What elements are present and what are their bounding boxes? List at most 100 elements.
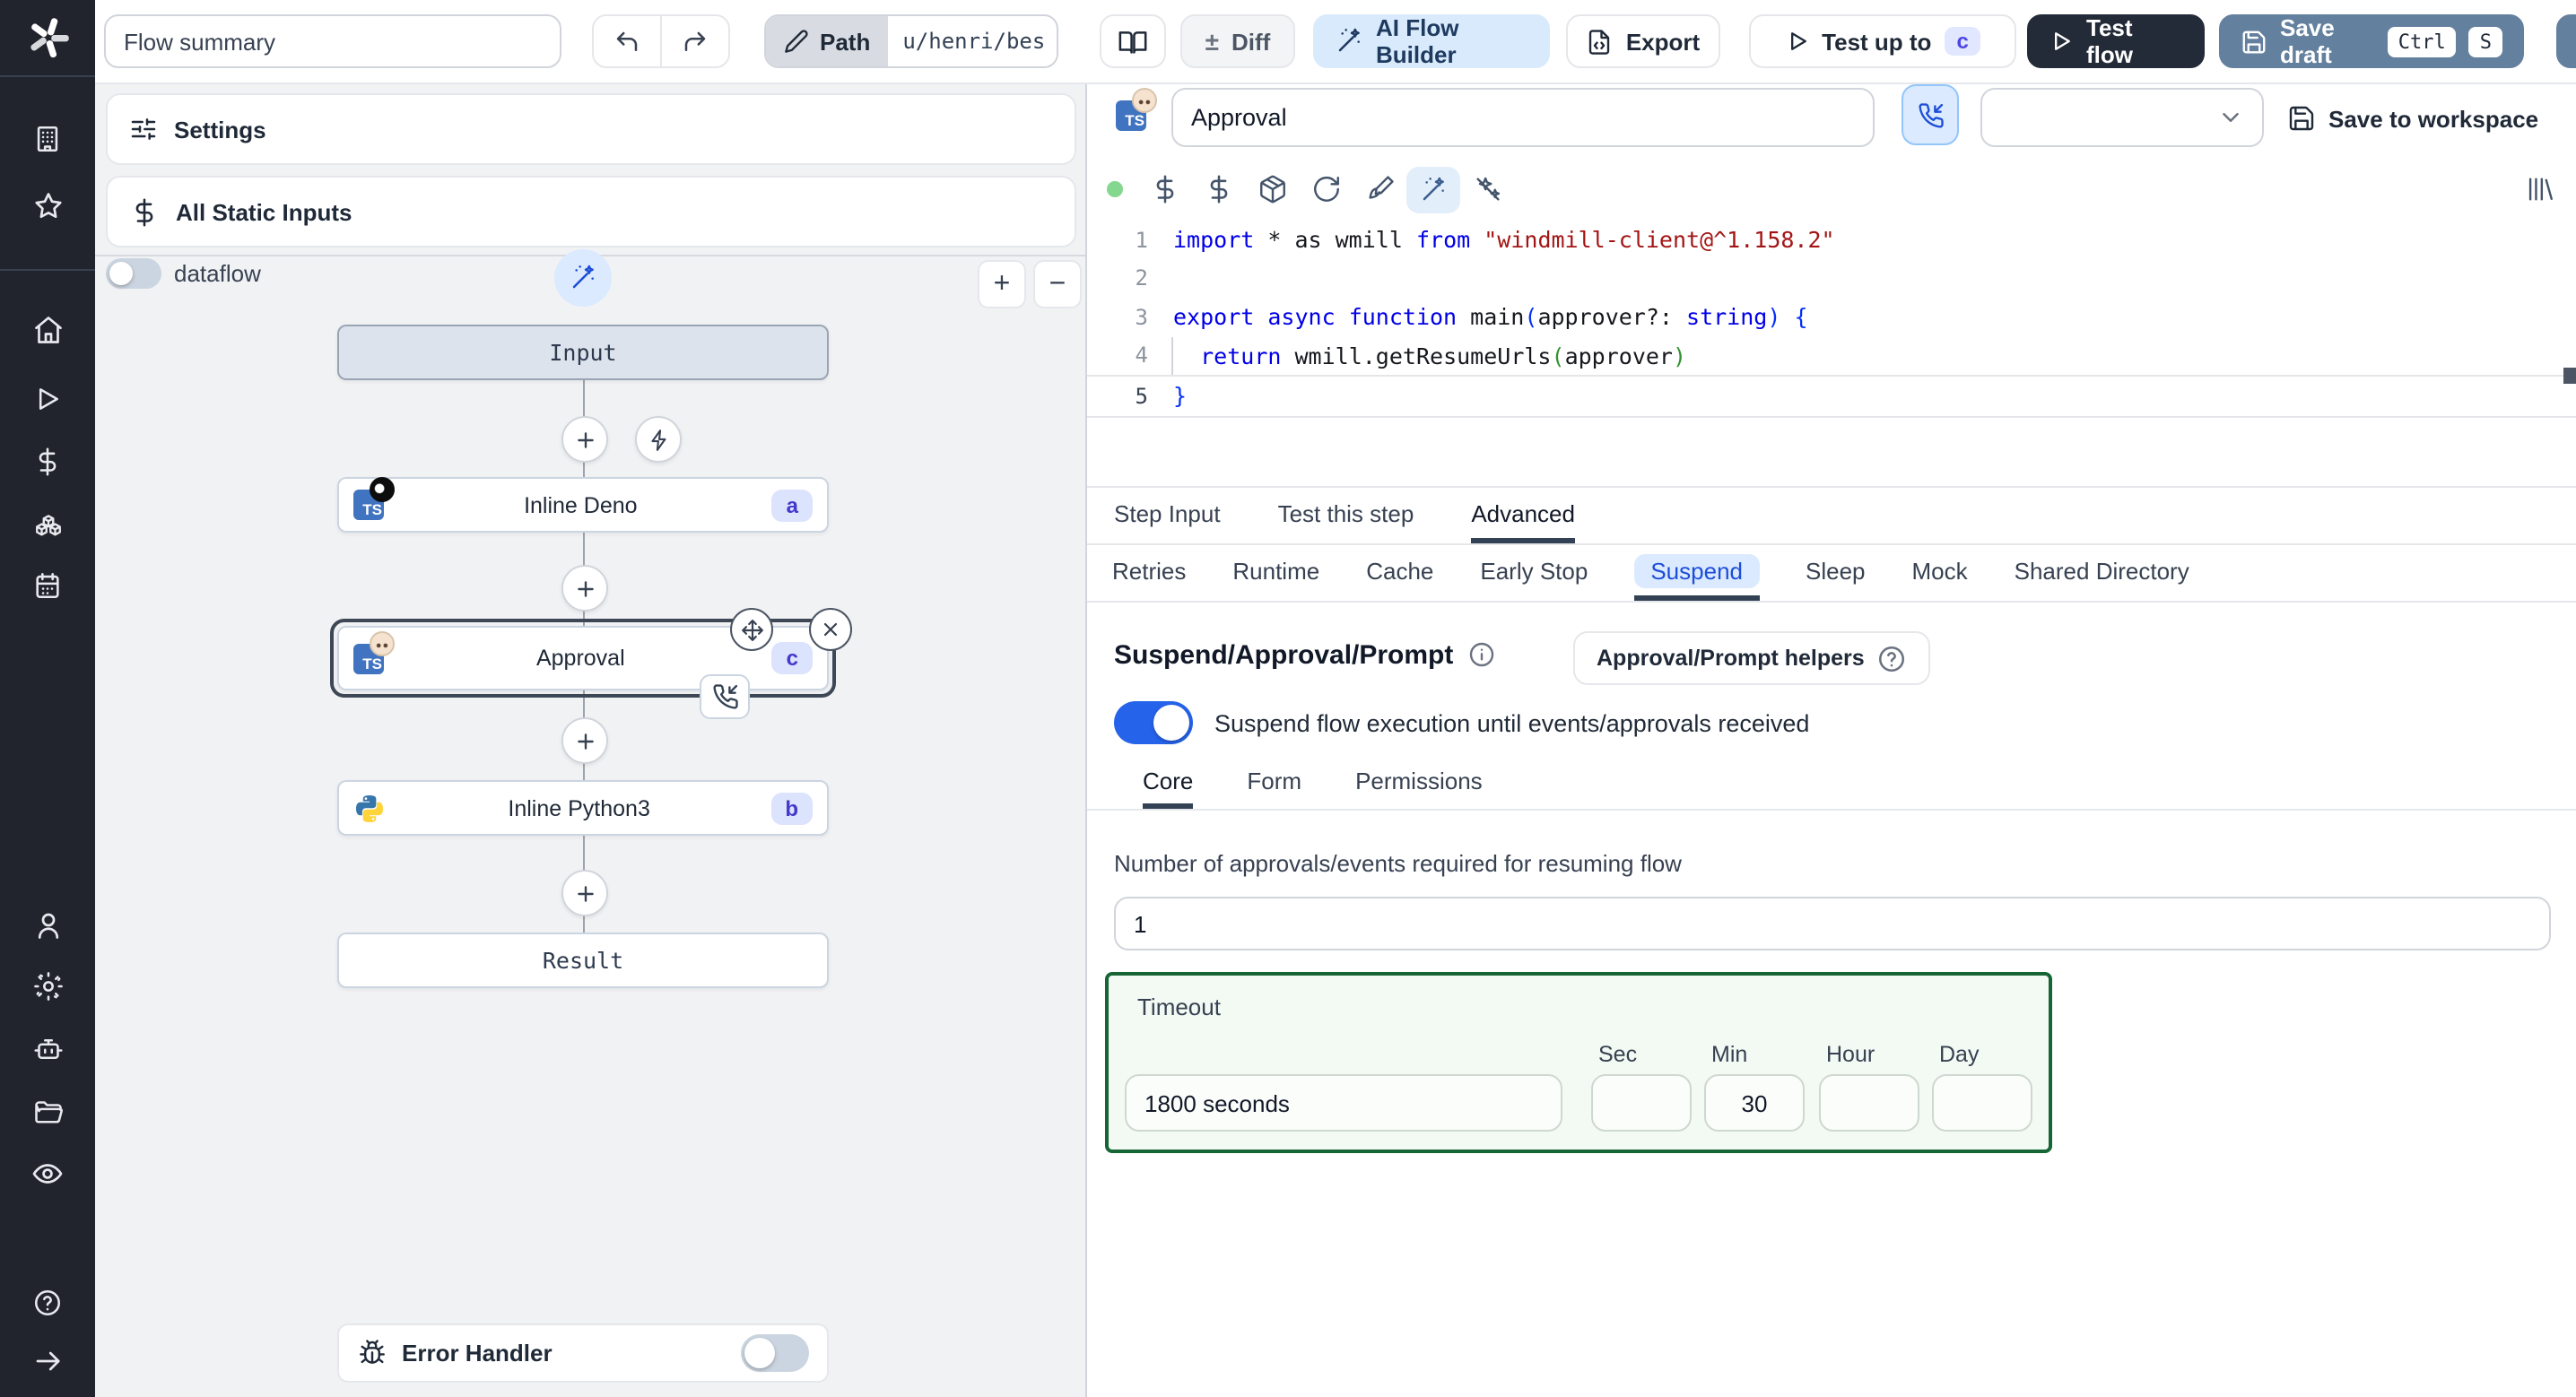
- undo-button[interactable]: [594, 16, 662, 66]
- ai-assistant-button[interactable]: [1406, 166, 1460, 213]
- settings-icon[interactable]: [0, 959, 95, 1013]
- node-result[interactable]: Result: [337, 933, 829, 988]
- step-name-input[interactable]: [1171, 88, 1875, 147]
- tab-early-stop[interactable]: Early Stop: [1480, 545, 1588, 601]
- suspend-title: Suspend/Approval/Prompt: [1114, 639, 1454, 670]
- save-to-workspace-button[interactable]: Save to workspace: [2287, 97, 2538, 140]
- diff-label: Diff: [1231, 28, 1271, 55]
- suspend-toggle[interactable]: [1114, 701, 1193, 744]
- favorites-icon[interactable]: [0, 179, 95, 233]
- ai-flow-builder-button[interactable]: AI Flow Builder: [1313, 14, 1550, 68]
- tab-core[interactable]: Core: [1143, 757, 1194, 809]
- reload-button[interactable]: [1299, 166, 1353, 213]
- flow-settings-button[interactable]: Settings: [106, 93, 1076, 165]
- info-icon[interactable]: [1467, 640, 1496, 669]
- step-id-badge-b: b: [770, 792, 813, 824]
- deploy-button-partial[interactable]: [2556, 14, 2576, 68]
- approvals-required-input[interactable]: [1114, 897, 2551, 950]
- suspend-mode-button[interactable]: [1902, 84, 1959, 145]
- approval-prompt-helpers-button[interactable]: Approval/Prompt helpers: [1573, 631, 1931, 685]
- workspace-icon[interactable]: [0, 111, 95, 165]
- timeout-sec-input[interactable]: [1591, 1074, 1692, 1132]
- tab-form[interactable]: Form: [1247, 757, 1301, 809]
- package-button[interactable]: [1245, 166, 1299, 213]
- editor-scrollbar[interactable]: [2563, 368, 2576, 384]
- test-flow-button[interactable]: Test flow: [2027, 14, 2205, 68]
- flow-summary-input[interactable]: [104, 14, 561, 68]
- chevron-down-icon: [2217, 104, 2244, 131]
- help-icon[interactable]: [0, 1275, 95, 1329]
- insert-resource-button[interactable]: [1191, 166, 1245, 213]
- diff-button[interactable]: ± Diff: [1180, 14, 1295, 68]
- unit-label-day: Day: [1939, 1042, 1980, 1067]
- ai-graph-wand-button[interactable]: [554, 249, 612, 307]
- add-step-button[interactable]: [561, 416, 608, 463]
- audit-icon[interactable]: [0, 1146, 95, 1200]
- add-step-button[interactable]: [561, 565, 608, 612]
- timeout-hour-input[interactable]: [1819, 1074, 1919, 1132]
- schedules-icon[interactable]: [0, 558, 95, 612]
- script-version-select[interactable]: [1980, 88, 2264, 147]
- windmill-logo-icon[interactable]: [0, 11, 95, 65]
- all-static-inputs-button[interactable]: All Static Inputs: [106, 176, 1076, 247]
- timeout-day-input[interactable]: [1932, 1074, 2032, 1132]
- timeout-min-input[interactable]: [1704, 1074, 1805, 1132]
- expand-sidebar-icon[interactable]: [0, 1334, 95, 1388]
- code-editor[interactable]: 1 import * as wmill from "windmill-clien…: [1087, 221, 2576, 486]
- timeout-duration-input[interactable]: [1125, 1074, 1562, 1132]
- test-up-to-label: Test up to: [1822, 28, 1932, 55]
- tab-suspend[interactable]: Suspend: [1634, 545, 1759, 601]
- timeout-fieldset: Timeout Sec Min Hour Day: [1105, 972, 2052, 1153]
- zoom-in-button[interactable]: +: [978, 260, 1026, 308]
- tab-shared-directory[interactable]: Shared Directory: [2015, 545, 2189, 601]
- windmill-flow-editor: Path u/henri/bes ± Diff AI Flow Builder …: [0, 0, 2576, 1397]
- tab-sleep[interactable]: Sleep: [1806, 545, 1866, 601]
- tab-cache[interactable]: Cache: [1366, 545, 1433, 601]
- node-inline-python3[interactable]: Inline Python3 b: [337, 780, 829, 836]
- ai-off-button[interactable]: [1460, 166, 1514, 213]
- path-button[interactable]: Path u/henri/bes: [764, 14, 1058, 68]
- runs-icon[interactable]: [0, 371, 95, 425]
- line-number: 5: [1135, 383, 1148, 409]
- bun-badge-icon: [1132, 88, 1157, 113]
- error-handler-toggle[interactable]: [741, 1334, 809, 1372]
- library-button[interactable]: [2524, 161, 2554, 217]
- workers-icon[interactable]: [0, 1022, 95, 1076]
- add-step-button[interactable]: [561, 870, 608, 916]
- book-icon: [1118, 26, 1148, 56]
- users-icon[interactable]: [0, 898, 95, 952]
- save-to-workspace-label: Save to workspace: [2328, 105, 2539, 132]
- resources-icon[interactable]: [0, 502, 95, 556]
- insert-variable-button[interactable]: [1137, 166, 1191, 213]
- move-step-handle[interactable]: [730, 608, 773, 651]
- tab-step-input[interactable]: Step Input: [1114, 488, 1221, 543]
- format-code-button[interactable]: [1353, 166, 1406, 213]
- helpers-button-label: Approval/Prompt helpers: [1597, 646, 1865, 671]
- test-up-to-button[interactable]: Test up to c: [1749, 14, 2016, 68]
- export-button[interactable]: Export: [1566, 14, 1720, 68]
- variables-icon[interactable]: [0, 434, 95, 488]
- tab-advanced[interactable]: Advanced: [1471, 488, 1575, 543]
- zoom-out-button[interactable]: −: [1033, 260, 1082, 308]
- trigger-button[interactable]: [635, 416, 682, 463]
- suspend-phone-badge[interactable]: [700, 674, 750, 719]
- tab-mock[interactable]: Mock: [1912, 545, 1968, 601]
- tab-runtime[interactable]: Runtime: [1232, 545, 1319, 601]
- tab-test-this-step[interactable]: Test this step: [1278, 488, 1414, 543]
- home-icon[interactable]: [0, 303, 95, 357]
- advanced-tabs: Retries Runtime Cache Early Stop Suspend…: [1087, 545, 2576, 603]
- add-step-button[interactable]: [561, 717, 608, 764]
- tab-retries[interactable]: Retries: [1112, 545, 1186, 601]
- redo-button[interactable]: [662, 16, 728, 66]
- node-inline-deno-label: Inline Deno: [524, 492, 638, 517]
- python-icon: [353, 793, 387, 823]
- tab-permissions[interactable]: Permissions: [1355, 757, 1483, 809]
- folders-icon[interactable]: [0, 1085, 95, 1139]
- node-input[interactable]: Input: [337, 325, 829, 380]
- dataflow-toggle[interactable]: [106, 258, 161, 289]
- docs-button[interactable]: [1100, 14, 1166, 68]
- node-inline-deno[interactable]: TS Inline Deno a: [337, 477, 829, 533]
- save-icon: [2241, 28, 2267, 55]
- save-draft-button[interactable]: Save draft Ctrl S: [2219, 14, 2524, 68]
- delete-step-button[interactable]: [809, 608, 852, 651]
